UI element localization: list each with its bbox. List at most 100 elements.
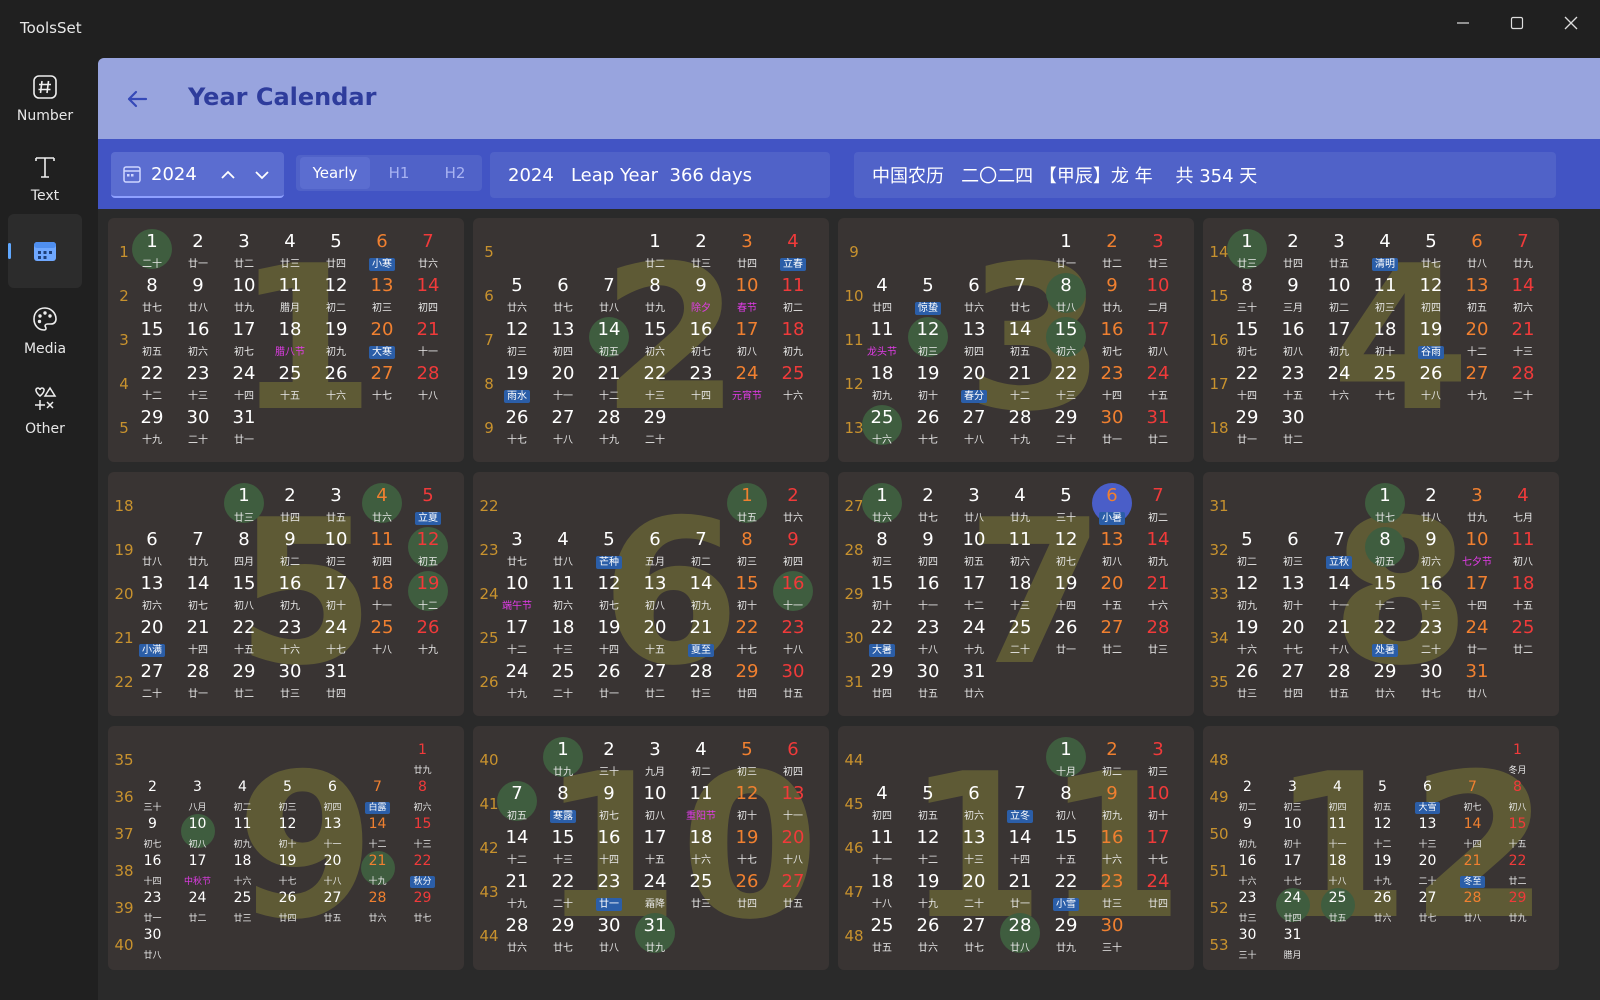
day-cell[interactable]: 1 冬月 [1495,742,1540,777]
day-cell[interactable]: 8 廿七 [130,276,174,315]
day-cell[interactable]: 15 初六 [633,320,677,359]
day-cell[interactable]: 14 初七 [176,574,220,613]
day-cell[interactable]: 27 廿二 [1090,618,1134,657]
day-cell[interactable]: 17 初九 [1317,320,1361,359]
day-cell[interactable]: 27 二十 [130,662,174,701]
day-cell[interactable]: 28 廿五 [1317,662,1361,701]
day-cell[interactable]: 19 十九 [906,872,950,911]
day-cell[interactable]: 5 初三 [265,779,310,814]
year-down-button[interactable] [249,162,275,188]
day-cell[interactable]: 29 廿九 [1044,916,1088,955]
day-cell[interactable]: 29 十九 [130,408,174,447]
day-cell[interactable]: 10 初五 [952,530,996,569]
day-cell[interactable]: 11 初六 [541,574,585,613]
day-cell[interactable]: 20 十八 [771,828,815,867]
day-cell[interactable]: 3 廿七 [495,530,539,569]
day-cell[interactable]: 4 廿九 [998,486,1042,525]
day-cell[interactable]: 28 廿三 [1136,618,1180,657]
day-cell[interactable]: 29 廿一 [1225,408,1269,447]
day-cell[interactable]: 31 廿一 [222,408,266,447]
day-cell[interactable]: 17 中秋节 [175,853,220,888]
day-cell[interactable]: 1 廿三 [222,483,266,525]
day-cell[interactable]: 7 廿七 [998,276,1042,315]
day-cell[interactable]: 7 白露 [355,779,400,814]
day-cell[interactable]: 29 廿九 [1495,890,1540,925]
day-cell[interactable]: 12 初九 [1225,574,1269,613]
day-cell[interactable]: 25 廿五 [1315,888,1360,925]
day-cell[interactable]: 13 初五 [1455,276,1499,315]
day-cell[interactable]: 17 十四 [1455,574,1499,613]
day-cell[interactable]: 20 十五 [1090,574,1134,613]
day-cell[interactable]: 21 十九 [495,872,539,911]
day-cell[interactable]: 3 九月 [633,740,677,779]
day-cell[interactable]: 17 十五 [633,828,677,867]
day-cell[interactable]: 13 初八 [633,574,677,613]
day-cell[interactable]: 24 十九 [495,662,539,701]
day-cell[interactable]: 26 廿六 [906,916,950,955]
day-cell[interactable]: 1 廿一 [1044,232,1088,271]
day-cell[interactable]: 5 初二 [1225,530,1269,569]
day-cell[interactable]: 11 重阳节 [679,784,723,823]
day-cell[interactable]: 15 初六 [1044,317,1088,359]
day-cell[interactable]: 22 十七 [725,618,769,657]
day-cell[interactable]: 10 初八 [175,814,220,851]
day-cell[interactable]: 20 二十 [1405,853,1450,888]
day-cell[interactable]: 9 三月 [1271,276,1315,315]
day-cell[interactable]: 16 十一 [771,571,815,613]
year-picker[interactable]: 2024 [111,152,284,198]
day-cell[interactable]: 6 廿七 [541,276,585,315]
day-cell[interactable]: 30 廿七 [1409,662,1453,701]
day-cell[interactable]: 31 廿八 [1455,662,1499,701]
day-cell[interactable]: 24 十五 [1136,364,1180,403]
day-cell[interactable]: 28 廿六 [495,916,539,955]
day-cell[interactable]: 5 三十 [1044,486,1088,525]
day-cell[interactable]: 30 廿一 [1090,408,1134,447]
day-cell[interactable]: 12 初十 [265,816,310,851]
day-cell[interactable]: 21 廿一 [998,872,1042,911]
day-cell[interactable]: 25 二十 [541,662,585,701]
day-cell[interactable]: 26 廿四 [265,890,310,925]
day-cell[interactable]: 17 十七 [1270,853,1315,888]
day-cell[interactable]: 29 廿七 [400,890,445,925]
day-cell[interactable]: 4 初四 [1315,779,1360,814]
day-cell[interactable]: 23 十三 [176,364,220,403]
day-cell[interactable]: 9 廿九 [1090,276,1134,315]
day-cell[interactable]: 23 廿三 [1090,872,1134,911]
day-cell[interactable]: 7 廿九 [176,530,220,569]
day-cell[interactable]: 27 廿七 [952,916,996,955]
day-cell[interactable]: 9 初九 [1225,816,1270,851]
day-cell[interactable]: 30 廿五 [906,662,950,701]
day-cell[interactable]: 16 十六 [1225,853,1270,888]
day-cell[interactable]: 16 十四 [587,828,631,867]
day-cell[interactable]: 4 清明 [1363,232,1407,271]
day-cell[interactable]: 22 处暑 [1363,618,1407,657]
day-cell[interactable]: 5 初五 [906,784,950,823]
day-cell[interactable]: 8 廿八 [1044,273,1088,315]
day-cell[interactable]: 19 十四 [1044,574,1088,613]
day-cell[interactable]: 18 十三 [541,618,585,657]
day-cell[interactable]: 7 廿六 [406,232,450,271]
day-cell[interactable]: 17 初八 [725,320,769,359]
day-cell[interactable]: 27 廿五 [771,872,815,911]
day-cell[interactable]: 25 廿三 [220,890,265,925]
day-cell[interactable]: 2 廿四 [1271,232,1315,271]
day-cell[interactable]: 7 初七 [1450,779,1495,814]
day-cell[interactable]: 22 十三 [1044,364,1088,403]
day-cell[interactable]: 17 初八 [1136,320,1180,359]
sidebar-item-text[interactable]: Text [8,142,82,216]
day-cell[interactable]: 28 十八 [406,364,450,403]
day-cell[interactable]: 19 十七 [725,828,769,867]
day-cell[interactable]: 28 十九 [998,408,1042,447]
day-cell[interactable]: 2 廿七 [906,486,950,525]
day-cell[interactable]: 2 初二 [1225,779,1270,814]
day-cell[interactable]: 10 端午节 [495,574,539,613]
day-cell[interactable]: 29 廿四 [725,662,769,701]
day-cell[interactable]: 12 十二 [1360,816,1405,851]
day-cell[interactable]: 14 初九 [679,574,723,613]
day-cell[interactable]: 15 十三 [541,828,585,867]
day-cell[interactable]: 10 初三 [314,530,358,569]
day-cell[interactable]: 20 春分 [952,364,996,403]
day-cell[interactable]: 18 十六 [679,828,723,867]
day-cell[interactable]: 27 十九 [1455,364,1499,403]
view-h1-button[interactable]: H1 [372,155,426,191]
